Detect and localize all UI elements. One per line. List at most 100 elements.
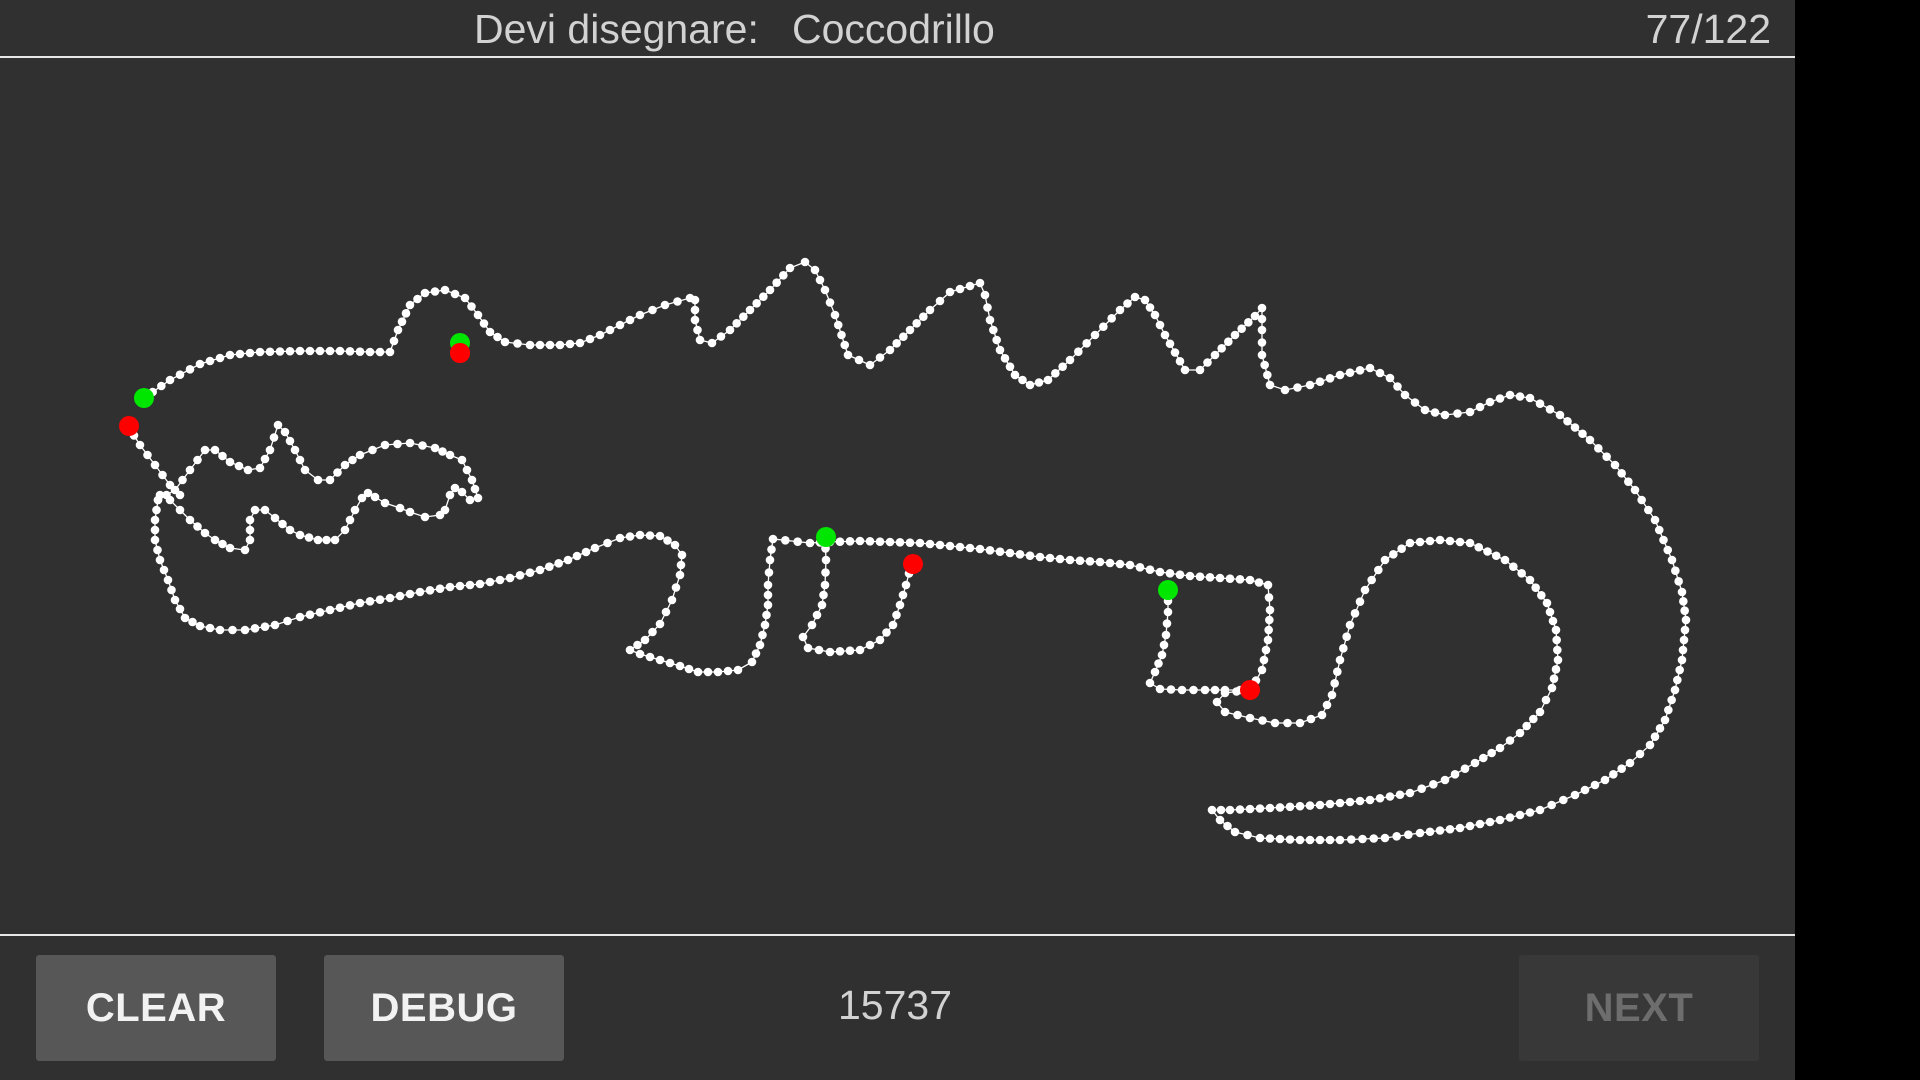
stroke-point bbox=[912, 319, 921, 328]
stroke-point bbox=[1177, 685, 1187, 695]
stroke-point bbox=[493, 332, 502, 342]
stroke-point bbox=[1275, 834, 1285, 844]
stroke-point bbox=[1405, 788, 1415, 798]
stroke-point bbox=[1335, 655, 1345, 665]
stroke-point bbox=[1450, 770, 1460, 779]
stroke-point bbox=[290, 445, 300, 455]
stroke-point bbox=[479, 319, 489, 328]
stroke-point bbox=[1045, 553, 1055, 563]
stroke-point bbox=[835, 647, 845, 656]
stroke-point bbox=[1145, 678, 1155, 688]
stroke-point bbox=[260, 454, 270, 464]
stroke-point bbox=[157, 381, 166, 391]
stroke-point bbox=[435, 584, 445, 593]
stroke-point bbox=[935, 540, 945, 550]
stroke-point bbox=[1305, 835, 1315, 845]
stroke-point bbox=[1327, 690, 1337, 700]
stroke-point bbox=[1263, 635, 1273, 645]
stroke-point bbox=[640, 635, 650, 645]
stroke-point bbox=[1099, 322, 1108, 331]
stroke-point bbox=[935, 296, 945, 306]
stroke-point bbox=[898, 590, 908, 600]
stroke-point bbox=[1522, 721, 1531, 731]
clear-button[interactable]: CLEAR bbox=[36, 955, 276, 1061]
stroke-point bbox=[1065, 555, 1075, 565]
stroke-point bbox=[375, 595, 385, 604]
stroke-point bbox=[1115, 305, 1125, 315]
stroke-point bbox=[821, 555, 831, 565]
stroke-point bbox=[648, 305, 657, 315]
stroke-point bbox=[245, 515, 255, 525]
stroke-point bbox=[1445, 536, 1455, 546]
debug-button[interactable]: DEBUG bbox=[324, 955, 564, 1061]
stroke-point bbox=[185, 465, 195, 475]
stroke-point bbox=[1435, 535, 1445, 545]
stroke-point bbox=[779, 271, 788, 280]
stroke-point bbox=[1367, 575, 1376, 585]
drawing-canvas[interactable] bbox=[0, 58, 1795, 934]
stroke-point bbox=[899, 332, 908, 341]
stroke-point bbox=[1531, 583, 1540, 592]
stroke-point bbox=[1551, 665, 1561, 674]
stroke-point bbox=[693, 325, 702, 335]
stroke-point bbox=[1200, 685, 1210, 695]
stroke-point bbox=[1217, 344, 1226, 353]
stroke-point bbox=[1342, 632, 1351, 641]
stroke-point bbox=[345, 515, 355, 525]
stroke-point bbox=[355, 450, 365, 460]
stroke-point bbox=[525, 568, 535, 577]
stroke-point bbox=[945, 541, 955, 551]
stroke-point bbox=[1235, 805, 1245, 814]
stroke-end-marker bbox=[903, 554, 923, 574]
stroke-point bbox=[805, 538, 815, 548]
stroke-point bbox=[690, 295, 700, 305]
stroke-point bbox=[1365, 795, 1375, 805]
stroke-point bbox=[385, 593, 395, 603]
stroke-point bbox=[1257, 338, 1267, 347]
stroke-point bbox=[854, 355, 864, 365]
stroke-point bbox=[1410, 398, 1420, 407]
stroke-point bbox=[1475, 402, 1485, 412]
stroke-point bbox=[285, 436, 295, 446]
stroke-point bbox=[250, 624, 260, 633]
stroke-point bbox=[1525, 393, 1535, 403]
stroke-point bbox=[1305, 380, 1315, 390]
stroke-point bbox=[1195, 365, 1205, 375]
stroke-point bbox=[1509, 562, 1518, 571]
stroke-point bbox=[395, 503, 405, 513]
stroke-point bbox=[355, 598, 365, 608]
stroke-point bbox=[1230, 330, 1240, 340]
stroke-point bbox=[1285, 835, 1295, 844]
stroke-point bbox=[1082, 339, 1091, 348]
stroke-point bbox=[1325, 799, 1335, 809]
stroke-point bbox=[273, 420, 283, 430]
stroke-point bbox=[1495, 815, 1505, 825]
stroke-point bbox=[315, 608, 325, 617]
next-button[interactable]: NEXT bbox=[1519, 955, 1759, 1061]
stroke-point bbox=[855, 536, 865, 546]
stroke-point bbox=[1043, 375, 1053, 385]
stroke-point bbox=[585, 334, 595, 344]
stroke-point bbox=[473, 310, 483, 320]
stroke-point bbox=[865, 537, 875, 546]
stroke-end-marker bbox=[450, 343, 470, 363]
stroke-point bbox=[185, 365, 195, 374]
stroke-point bbox=[305, 346, 315, 356]
stroke-point bbox=[170, 595, 180, 605]
stroke-point bbox=[1058, 362, 1067, 371]
stroke-point bbox=[1345, 797, 1355, 807]
drawing-svg[interactable] bbox=[0, 58, 1795, 934]
stroke-point bbox=[313, 475, 323, 485]
stroke-point bbox=[1195, 572, 1205, 581]
stroke-point bbox=[1650, 515, 1660, 525]
stroke-point bbox=[435, 510, 445, 520]
stroke-point bbox=[1283, 718, 1292, 728]
stroke-point bbox=[225, 350, 235, 360]
stroke-point bbox=[1600, 775, 1610, 785]
stroke-point bbox=[1617, 764, 1626, 773]
stroke-point bbox=[150, 515, 160, 525]
stroke-point bbox=[1585, 435, 1595, 445]
stroke-point bbox=[1154, 659, 1163, 668]
stroke-point bbox=[1317, 710, 1327, 720]
stroke-point bbox=[1551, 625, 1561, 635]
